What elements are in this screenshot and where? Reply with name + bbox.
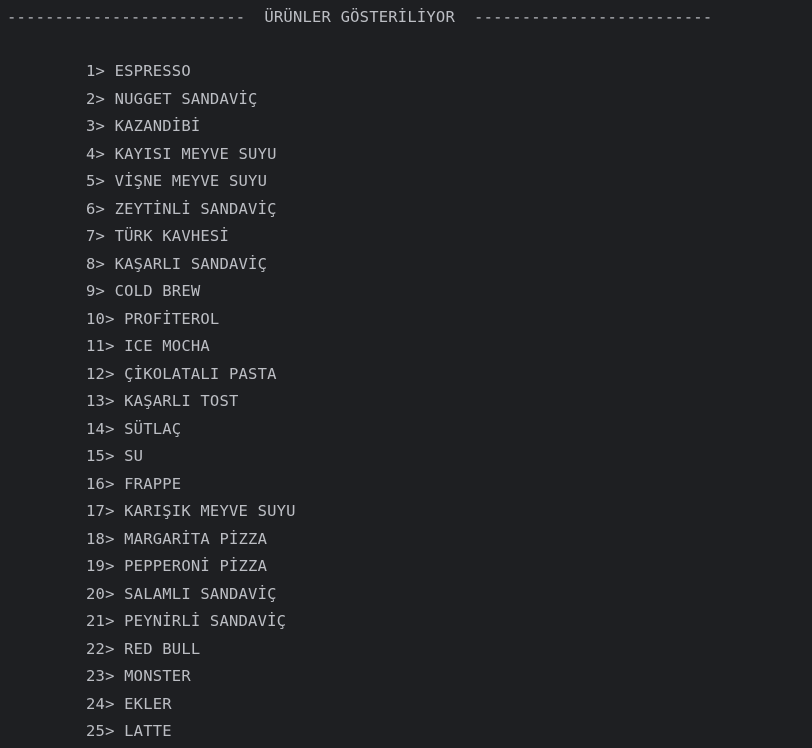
product-list-item: 3> KAZANDİBİ [86,117,201,135]
product-list-item: 5> VİŞNE MEYVE SUYU [86,172,268,190]
product-list-item: 11> ICE MOCHA [86,337,210,355]
product-list-item: 16> FRAPPE [86,474,182,493]
product-list-item: 1> ESPRESSO [86,62,191,80]
product-list: 1> ESPRESSO 2> NUGGET SANDAVİÇ 3> KAZANDİB… [86,60,296,748]
product-list-item: 10> PROFİTEROL [86,309,220,328]
product-list-item: 15> SU [86,447,144,465]
product-list-item: 4> KAYISI MEYVE SUYU [86,144,277,163]
product-list-item: 20> SALAMLI SANDAVİÇ [86,584,277,603]
product-list-item: 21> PEYNİRLİ SANDAVİÇ [86,612,287,630]
product-list-item: 22> RED BULL [86,639,201,658]
product-list-item: 17> KARIŞIK MEYVE SUYU [86,502,296,520]
product-list-item: 25> LATTE [86,722,172,740]
product-list-item: 9> COLD BREW [86,282,201,300]
product-list-item: 8> KAŞARLI SANDAVİÇ [86,254,268,273]
product-list-item: 6> ZEYTİNLİ SANDAVİÇ [86,199,277,218]
product-list-item: 2> NUGGET SANDAVİÇ [86,89,258,108]
product-list-item: 24> EKLER [86,694,172,713]
product-list-item: 13> KAŞARLI TOST [86,392,239,410]
product-list-item: 18> MARGARİTA PİZZA [86,529,268,548]
console-output: ------------------------- ÜRÜNLER GÖSTER… [0,0,812,742]
product-list-item: 7> TÜRK KAVHESİ [86,227,229,245]
product-list-item: 12> ÇİKOLATALI PASTA [86,364,277,383]
product-list-item: 23> MONSTER [86,667,191,685]
section-header: ------------------------- ÜRÜNLER GÖSTER… [7,8,713,26]
product-list-item: 14> SÜTLAÇ [86,419,182,438]
product-list-item: 19> PEPPERONİ PİZZA [86,557,268,575]
